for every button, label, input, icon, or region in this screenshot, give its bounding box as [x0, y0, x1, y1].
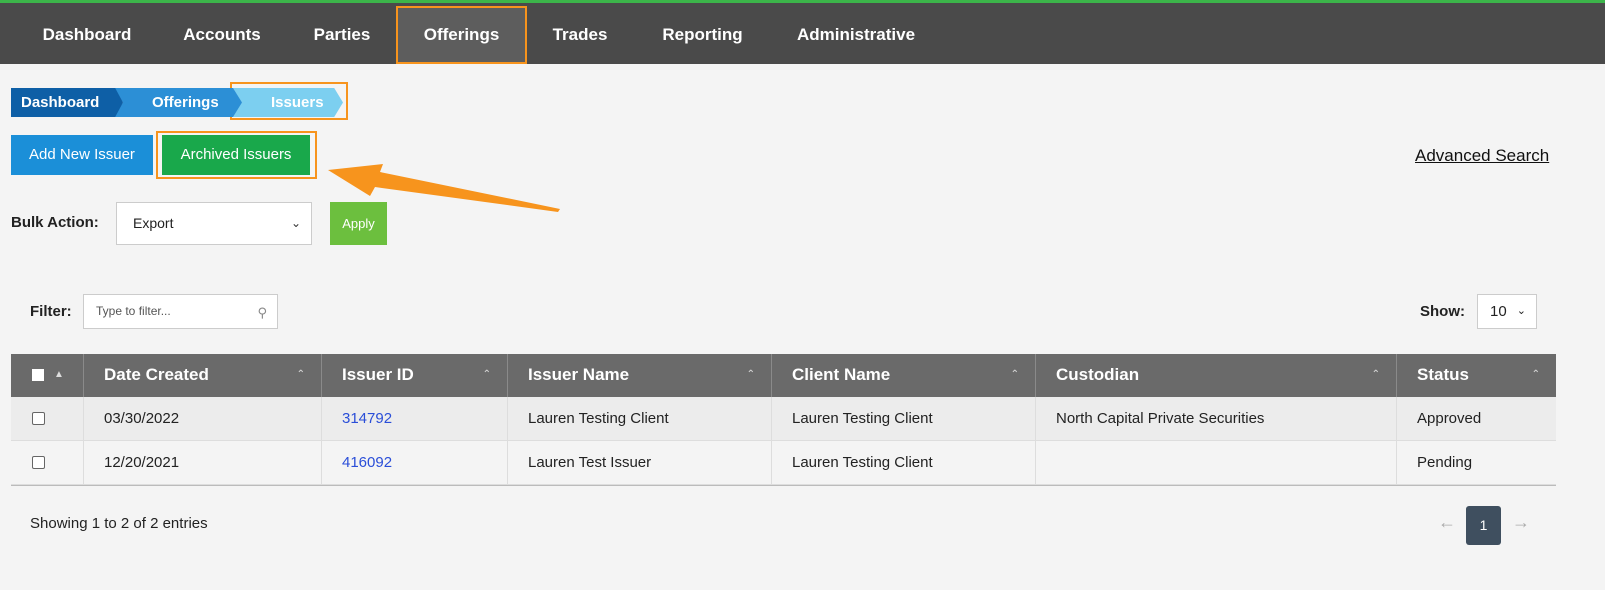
advanced-search-link[interactable]: Advanced Search [1415, 146, 1549, 166]
bulk-action-value: Export [133, 215, 174, 231]
column-label: Date Created [104, 365, 209, 384]
status-cell: Pending [1417, 454, 1473, 471]
row-select-cell [11, 441, 84, 485]
sort-up-icon[interactable]: ▲ [54, 354, 64, 396]
bulk-action-label: Bulk Action: [11, 214, 99, 231]
filter-input[interactable]: Type to filter... ⚲ [83, 294, 278, 329]
sort-icon: ⌃ [1371, 369, 1380, 380]
page-size-select[interactable]: 10 ⌄ [1477, 294, 1537, 329]
column-label: Status [1417, 365, 1469, 384]
date-created-cell: 03/30/2022 [84, 397, 322, 441]
select-all-checkbox[interactable] [32, 369, 44, 381]
column-label: Client Name [792, 365, 891, 384]
nav-administrative[interactable]: Administrative [782, 6, 930, 64]
nav-parties[interactable]: Parties [297, 6, 387, 64]
column-date-created[interactable]: Date Created ⌃ [84, 354, 322, 397]
nav-reporting[interactable]: Reporting [645, 6, 760, 64]
add-new-issuer-button[interactable]: Add New Issuer [11, 135, 153, 175]
archived-issuers-button[interactable]: Archived Issuers [162, 135, 310, 175]
column-label: Issuer ID [342, 365, 414, 384]
show-label: Show: [1420, 303, 1465, 320]
status-cell: Approved [1417, 410, 1482, 427]
filter-placeholder: Type to filter... [96, 304, 171, 318]
column-client-name[interactable]: Client Name ⌃ [772, 354, 1036, 397]
nav-offerings[interactable]: Offerings [396, 6, 527, 64]
issuer-id-link[interactable]: 314792 [322, 397, 508, 441]
column-label: Issuer Name [528, 365, 630, 384]
sort-icon: ⌃ [482, 369, 491, 380]
custodian-cell: North Capital Private Securities [1036, 397, 1397, 441]
sort-icon: ⌃ [1010, 369, 1019, 380]
entries-info: Showing 1 to 2 of 2 entries [30, 515, 208, 532]
breadcrumb-label: Offerings [152, 94, 219, 111]
select-all-header: ▲ [11, 354, 84, 397]
column-issuer-id[interactable]: Issuer ID ⌃ [322, 354, 508, 397]
nav-dashboard[interactable]: Dashboard [27, 6, 147, 64]
filter-label: Filter: [30, 303, 72, 320]
apply-button[interactable]: Apply [330, 202, 387, 245]
column-issuer-name[interactable]: Issuer Name ⌃ [508, 354, 772, 397]
table-row: 12/20/2021 416092 Lauren Test Issuer Lau… [11, 441, 1556, 485]
column-status[interactable]: Status ⌃ [1397, 354, 1556, 397]
table-header: ▲ Date Created ⌃ Issuer ID ⌃ Issuer Name ⌃ … [11, 354, 1556, 397]
issuer-name-cell: Lauren Test Issuer [508, 441, 772, 485]
nav-accounts[interactable]: Accounts [167, 6, 277, 64]
chevron-down-icon: ⌄ [290, 216, 301, 230]
issuer-name-cell: Lauren Testing Client [508, 397, 772, 441]
row-checkbox[interactable] [32, 412, 45, 425]
breadcrumb-label: Issuers [271, 94, 324, 111]
breadcrumb-issuers[interactable]: Issuers [233, 88, 343, 117]
search-icon: ⚲ [257, 305, 267, 320]
top-nav: Dashboard Accounts Parties Offerings Tra… [0, 0, 1605, 64]
table-row: 03/30/2022 314792 Lauren Testing Client … [11, 397, 1556, 441]
breadcrumb-label: Dashboard [21, 94, 100, 111]
client-name-cell: Lauren Testing Client [772, 397, 1036, 441]
table-divider [11, 485, 1556, 486]
bulk-action-select[interactable]: Export ⌄ [116, 202, 312, 245]
breadcrumb-offerings[interactable]: Offerings [114, 88, 242, 117]
next-page-arrow-icon[interactable]: → [1512, 512, 1530, 533]
issuers-table: ▲ Date Created ⌃ Issuer ID ⌃ Issuer Name ⌃ … [11, 354, 1556, 485]
custodian-cell [1036, 441, 1397, 485]
nav-trades[interactable]: Trades [540, 6, 620, 64]
prev-page-arrow-icon[interactable]: ← [1438, 512, 1456, 533]
date-created-cell: 12/20/2021 [84, 441, 322, 485]
row-checkbox[interactable] [32, 456, 45, 469]
sort-icon: ⌃ [1531, 369, 1540, 380]
chevron-down-icon: ⌄ [1516, 305, 1526, 317]
issuer-id-link[interactable]: 416092 [322, 441, 508, 485]
client-name-cell: Lauren Testing Client [772, 441, 1036, 485]
breadcrumb-dashboard[interactable]: Dashboard [11, 88, 123, 117]
sort-icon: ⌃ [746, 369, 755, 380]
sort-icon: ⌃ [296, 369, 305, 380]
column-label: Custodian [1056, 365, 1140, 384]
page-size-value: 10 [1490, 303, 1507, 320]
column-custodian[interactable]: Custodian ⌃ [1036, 354, 1397, 397]
row-select-cell [11, 397, 84, 441]
page-1-button[interactable]: 1 [1466, 506, 1501, 545]
